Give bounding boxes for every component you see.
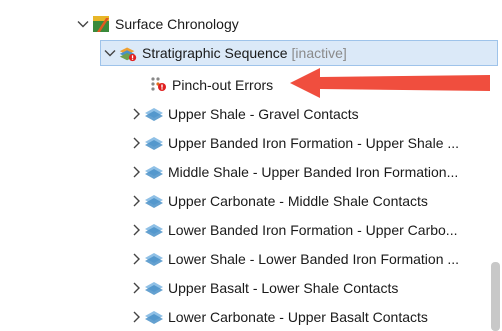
tree-item-label: Upper Carbonate - Middle Shale Contacts <box>168 193 428 209</box>
tree-item-label: Upper Shale - Gravel Contacts <box>168 106 359 122</box>
vertical-scrollbar[interactable] <box>491 262 500 331</box>
contact-surface-icon <box>144 133 164 153</box>
chevron-right-icon[interactable] <box>128 222 144 238</box>
tree-item-contact[interactable]: Middle Shale - Upper Banded Iron Formati… <box>0 159 502 185</box>
chevron-right-icon[interactable] <box>128 164 144 180</box>
chevron-down-icon[interactable] <box>75 16 91 32</box>
contact-surface-icon <box>144 249 164 269</box>
tree-item-contact[interactable]: Lower Carbonate - Upper Basalt Contacts <box>0 304 502 330</box>
tree-item-label: Stratigraphic Sequence <box>142 45 288 61</box>
tree-item-surface-chronology[interactable]: Surface Chronology <box>0 11 502 37</box>
chevron-right-icon[interactable] <box>128 309 144 325</box>
tree-item-label: Upper Basalt - Lower Shale Contacts <box>168 280 399 296</box>
tree-item-contact[interactable]: Lower Shale - Lower Banded Iron Formatio… <box>0 246 502 272</box>
chevron-down-icon[interactable] <box>102 45 118 61</box>
surface-chronology-icon <box>91 14 111 34</box>
tree-item-label: Lower Carbonate - Upper Basalt Contacts <box>168 309 428 325</box>
tree-item-label: Lower Shale - Lower Banded Iron Formatio… <box>168 251 460 267</box>
tree-item-label: Middle Shale - Upper Banded Iron Formati… <box>168 164 459 180</box>
project-tree: Surface Chronology Stratigraphic Sequenc… <box>0 0 502 331</box>
contact-surface-icon <box>144 162 164 182</box>
pinch-out-errors-icon <box>148 75 168 95</box>
tree-item-label: Lower Banded Iron Formation - Upper Carb… <box>168 222 458 238</box>
tree-item-contact[interactable]: Upper Carbonate - Middle Shale Contacts <box>0 188 502 214</box>
tree-item-label: Upper Banded Iron Formation - Upper Shal… <box>168 135 460 151</box>
chevron-right-icon[interactable] <box>128 251 144 267</box>
chevron-right-icon[interactable] <box>128 135 144 151</box>
annotation-arrow-icon <box>290 68 490 98</box>
contact-surface-icon <box>144 307 164 327</box>
chevron-right-icon[interactable] <box>128 280 144 296</box>
stratigraphic-sequence-error-icon <box>118 43 138 63</box>
tree-item-label: Surface Chronology <box>115 16 239 32</box>
tree-item-contact[interactable]: Upper Banded Iron Formation - Upper Shal… <box>0 130 502 156</box>
contact-surface-icon <box>144 191 164 211</box>
inactive-status: [inactive] <box>291 45 347 61</box>
tree-item-stratigraphic-sequence[interactable]: Stratigraphic Sequence [inactive] <box>100 40 498 66</box>
chevron-right-icon[interactable] <box>128 193 144 209</box>
tree-item-label: Pinch-out Errors <box>172 77 274 93</box>
tree-item-contact[interactable]: Upper Shale - Gravel Contacts <box>0 101 502 127</box>
chevron-right-icon[interactable] <box>128 106 144 122</box>
contact-surface-icon <box>144 104 164 124</box>
contact-surface-icon <box>144 220 164 240</box>
tree-item-contact[interactable]: Lower Banded Iron Formation - Upper Carb… <box>0 217 502 243</box>
contact-surface-icon <box>144 278 164 298</box>
tree-item-contact[interactable]: Upper Basalt - Lower Shale Contacts <box>0 275 502 301</box>
